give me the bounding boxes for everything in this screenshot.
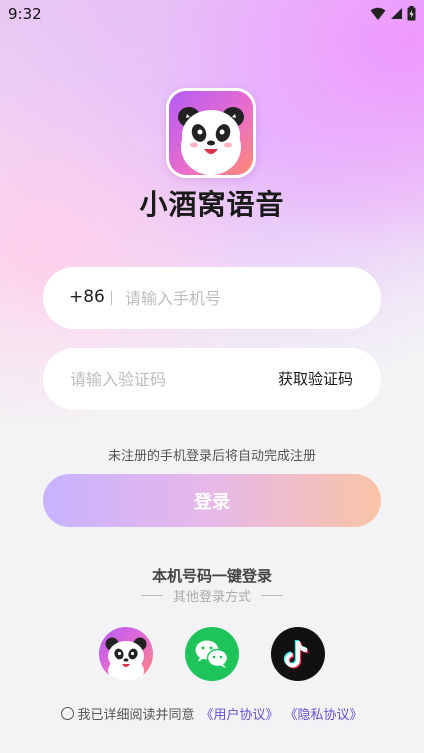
divider-line-right xyxy=(261,595,283,596)
country-code[interactable]: +86 xyxy=(69,287,105,307)
divider-line-left xyxy=(140,595,163,596)
other-login-divider: 其他登录方式 xyxy=(0,586,424,605)
status-icons xyxy=(370,6,416,21)
panda-icon xyxy=(105,637,147,681)
agreement-checkbox[interactable] xyxy=(61,707,75,720)
privacy-policy-link[interactable]: 《隐私协议》 xyxy=(285,704,363,723)
agreement-row: 我已详细阅读并同意 《用户协议》 《隐私协议》 xyxy=(0,704,424,723)
verification-code-input[interactable] xyxy=(70,364,260,394)
battery-charging-icon xyxy=(407,6,416,21)
status-time: 9:32 xyxy=(8,5,42,23)
code-field: 获取验证码 xyxy=(43,348,381,410)
tiktok-login-button[interactable] xyxy=(271,627,325,681)
status-bar: 9:32 xyxy=(0,0,424,30)
panda-logo-icon xyxy=(178,107,244,175)
registration-hint: 未注册的手机登录后将自动完成注册 xyxy=(107,449,316,464)
phone-input[interactable] xyxy=(125,283,365,313)
login-button[interactable]: 登录 xyxy=(43,474,381,527)
one-key-login-link[interactable]: 本机号码一键登录 xyxy=(0,565,424,586)
tiktok-icon xyxy=(283,640,309,669)
signal-icon xyxy=(391,8,402,19)
country-code-divider xyxy=(111,291,112,305)
app-name: 小酒窝语音 xyxy=(139,188,285,221)
phone-field: +86 xyxy=(43,267,381,329)
user-agreement-link[interactable]: 《用户协议》 xyxy=(200,704,278,723)
app-logo xyxy=(166,88,256,178)
other-login-label: 其他登录方式 xyxy=(172,590,251,605)
get-code-button[interactable]: 获取验证码 xyxy=(278,368,353,389)
wifi-icon xyxy=(370,7,386,20)
agreement-text: 我已详细阅读并同意 xyxy=(77,708,195,723)
wechat-login-button[interactable] xyxy=(185,627,239,681)
panda-login-button[interactable] xyxy=(99,627,153,681)
wechat-icon xyxy=(195,640,229,668)
